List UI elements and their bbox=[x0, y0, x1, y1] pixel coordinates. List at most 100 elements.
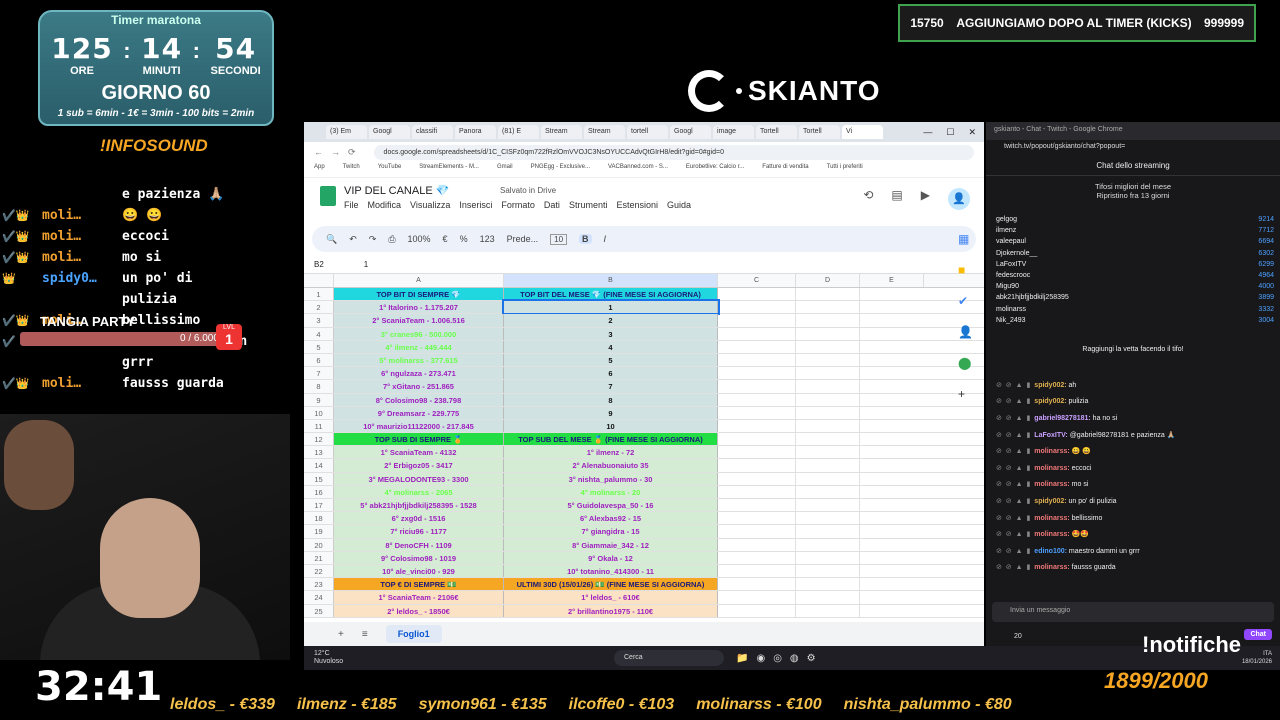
cell-c[interactable] bbox=[718, 446, 796, 459]
cell-d[interactable] bbox=[796, 578, 860, 591]
add-addon-icon[interactable]: + bbox=[958, 387, 973, 401]
cell-e[interactable] bbox=[860, 605, 924, 617]
cell-b[interactable]: 8° Giammaie_342 - 12 bbox=[504, 538, 718, 551]
cell-e[interactable] bbox=[860, 446, 924, 458]
cell-c[interactable] bbox=[718, 499, 796, 512]
cell-e[interactable] bbox=[860, 367, 924, 379]
browser-tab[interactable]: (3) Em bbox=[326, 125, 367, 139]
cell-a[interactable]: 4° molinarss - 2065 bbox=[334, 485, 504, 498]
row-number[interactable]: 9 bbox=[304, 393, 334, 406]
row-number[interactable]: 15 bbox=[304, 472, 334, 485]
menu-item[interactable]: File bbox=[344, 200, 359, 210]
obs-icon[interactable]: ◍ bbox=[790, 653, 799, 664]
undo-icon[interactable]: ↶ bbox=[349, 234, 357, 245]
row-number[interactable]: 16 bbox=[304, 485, 334, 498]
chat-send-button[interactable]: Chat bbox=[1244, 629, 1272, 640]
cell-c[interactable] bbox=[718, 301, 796, 314]
cell-e[interactable] bbox=[860, 420, 924, 432]
leader-name[interactable]: Nik_2493 bbox=[992, 315, 1238, 326]
zoom-select[interactable]: 100% bbox=[408, 234, 431, 244]
cell-b[interactable]: 3 bbox=[504, 327, 718, 340]
cell-b[interactable]: 3° nishta_palummo - 30 bbox=[504, 472, 718, 485]
leader-name[interactable]: molinarss bbox=[992, 304, 1238, 315]
chat-username[interactable]: spidy002: bbox=[1034, 382, 1066, 389]
row-number[interactable]: 17 bbox=[304, 499, 334, 512]
row-number[interactable]: 1 bbox=[304, 288, 334, 301]
cell-d[interactable] bbox=[796, 393, 860, 406]
chat-url[interactable]: twitch.tv/popout/gskianto/chat?popout= bbox=[986, 140, 1280, 156]
cell-a[interactable]: 8° DenoCFH - 1109 bbox=[334, 538, 504, 551]
leader-name[interactable]: Djokernole__ bbox=[992, 248, 1238, 259]
cell-c[interactable] bbox=[718, 472, 796, 485]
cell-c[interactable] bbox=[718, 393, 796, 406]
leader-name[interactable]: LaFoxITV bbox=[992, 259, 1238, 270]
row-number[interactable]: 19 bbox=[304, 525, 334, 538]
cell-c[interactable] bbox=[718, 538, 796, 551]
leader-name[interactable]: Migu90 bbox=[992, 281, 1238, 292]
bookmark-item[interactable]: PNGEgg - Exclusive... bbox=[531, 164, 590, 175]
cell-e[interactable] bbox=[860, 407, 924, 419]
calendar-icon[interactable]: ▦ bbox=[958, 232, 973, 246]
cell-c[interactable] bbox=[718, 512, 796, 525]
cell-a[interactable]: 2° Erbigoz05 - 3417 bbox=[334, 459, 504, 472]
browser-tab[interactable]: image bbox=[713, 125, 754, 139]
redo-icon[interactable]: ↷ bbox=[369, 234, 377, 245]
row-number[interactable]: 3 bbox=[304, 314, 334, 327]
cell-b[interactable]: 6 bbox=[504, 367, 718, 380]
cell-b[interactable]: 8 bbox=[504, 393, 718, 406]
address-bar[interactable]: docs.google.com/spreadsheets/d/1C_CISFz0… bbox=[373, 144, 974, 160]
browser-tab[interactable]: Googl bbox=[670, 125, 711, 139]
chat-username[interactable]: gabriel98278181: bbox=[1034, 415, 1090, 422]
bookmark-item[interactable]: App bbox=[314, 164, 325, 175]
sheets-logo-icon[interactable] bbox=[320, 186, 336, 206]
mod-action-icons[interactable]: ⊘ ⊘ ▲ ▮ bbox=[996, 498, 1034, 505]
taskbar-search[interactable]: Cerca bbox=[614, 650, 724, 666]
chat-username[interactable]: spidy002: bbox=[1034, 498, 1066, 505]
menu-item[interactable]: Guida bbox=[667, 200, 691, 210]
browser-tab[interactable]: Tortell bbox=[756, 125, 797, 139]
cell-e[interactable] bbox=[860, 354, 924, 366]
cell-b[interactable]: 1 bbox=[502, 299, 720, 316]
cell-d[interactable] bbox=[796, 327, 860, 340]
cell-b[interactable]: 4° molinarss - 20 bbox=[504, 485, 718, 498]
menu-item[interactable]: Inserisci bbox=[459, 200, 492, 210]
menu-item[interactable]: Visualizza bbox=[410, 200, 450, 210]
cell-b[interactable]: 1° leldos_ - 610€ bbox=[504, 591, 718, 604]
meet-icon[interactable]: ▶ bbox=[921, 188, 930, 210]
cell-a[interactable]: 7° riciu96 - 1177 bbox=[334, 525, 504, 538]
row-number[interactable]: 8 bbox=[304, 380, 334, 393]
cell-d[interactable] bbox=[796, 538, 860, 551]
cell-b[interactable]: 9 bbox=[504, 406, 718, 419]
cell-e[interactable] bbox=[860, 552, 924, 564]
cell-e[interactable] bbox=[860, 565, 924, 577]
files-icon[interactable]: 📁 bbox=[736, 653, 748, 664]
cell-e[interactable] bbox=[860, 473, 924, 485]
cell-b[interactable]: ULTIMI 30D (15/01/26) 💵 (FINE MESE SI AG… bbox=[504, 578, 718, 591]
row-number[interactable]: 12 bbox=[304, 433, 334, 446]
browser-tab[interactable]: Vi bbox=[842, 125, 883, 139]
comment-icon[interactable]: ▤ bbox=[891, 188, 902, 210]
cell-e[interactable] bbox=[860, 499, 924, 511]
cell-c[interactable] bbox=[718, 604, 796, 617]
mod-action-icons[interactable]: ⊘ ⊘ ▲ ▮ bbox=[996, 465, 1034, 472]
cell-d[interactable] bbox=[796, 406, 860, 419]
cell-b[interactable]: TOP SUB DEL MESE 🏅 (FINE MESE SI AGGIORN… bbox=[504, 433, 718, 446]
search-icon[interactable]: 🔍 bbox=[326, 234, 337, 245]
browser-tab[interactable]: Stream bbox=[584, 125, 625, 139]
row-number[interactable]: 2 bbox=[304, 301, 334, 314]
browser-tab[interactable]: Stream bbox=[541, 125, 582, 139]
row-number[interactable]: 4 bbox=[304, 327, 334, 340]
cell-d[interactable] bbox=[796, 288, 860, 301]
cell-a[interactable]: 3° MEGALODONTE93 - 3300 bbox=[334, 472, 504, 485]
col-header-e[interactable]: E bbox=[860, 274, 924, 287]
cell-e[interactable] bbox=[860, 328, 924, 340]
spreadsheet-grid[interactable]: A B C D E 1 TOP BIT DI SEMPRE 💎 TOP BIT DE… bbox=[304, 274, 984, 618]
bold-button[interactable]: B bbox=[579, 234, 592, 244]
cell-a[interactable]: 10° ale_vinci00 - 929 bbox=[334, 564, 504, 578]
cell-d[interactable] bbox=[796, 472, 860, 485]
keep-icon[interactable]: ■ bbox=[958, 263, 973, 277]
cell-e[interactable] bbox=[860, 433, 924, 445]
mod-action-icons[interactable]: ⊘ ⊘ ▲ ▮ bbox=[996, 382, 1034, 389]
cell-b[interactable]: 6° Alexbas92 - 15 bbox=[504, 512, 718, 525]
cell-e[interactable] bbox=[860, 301, 924, 313]
